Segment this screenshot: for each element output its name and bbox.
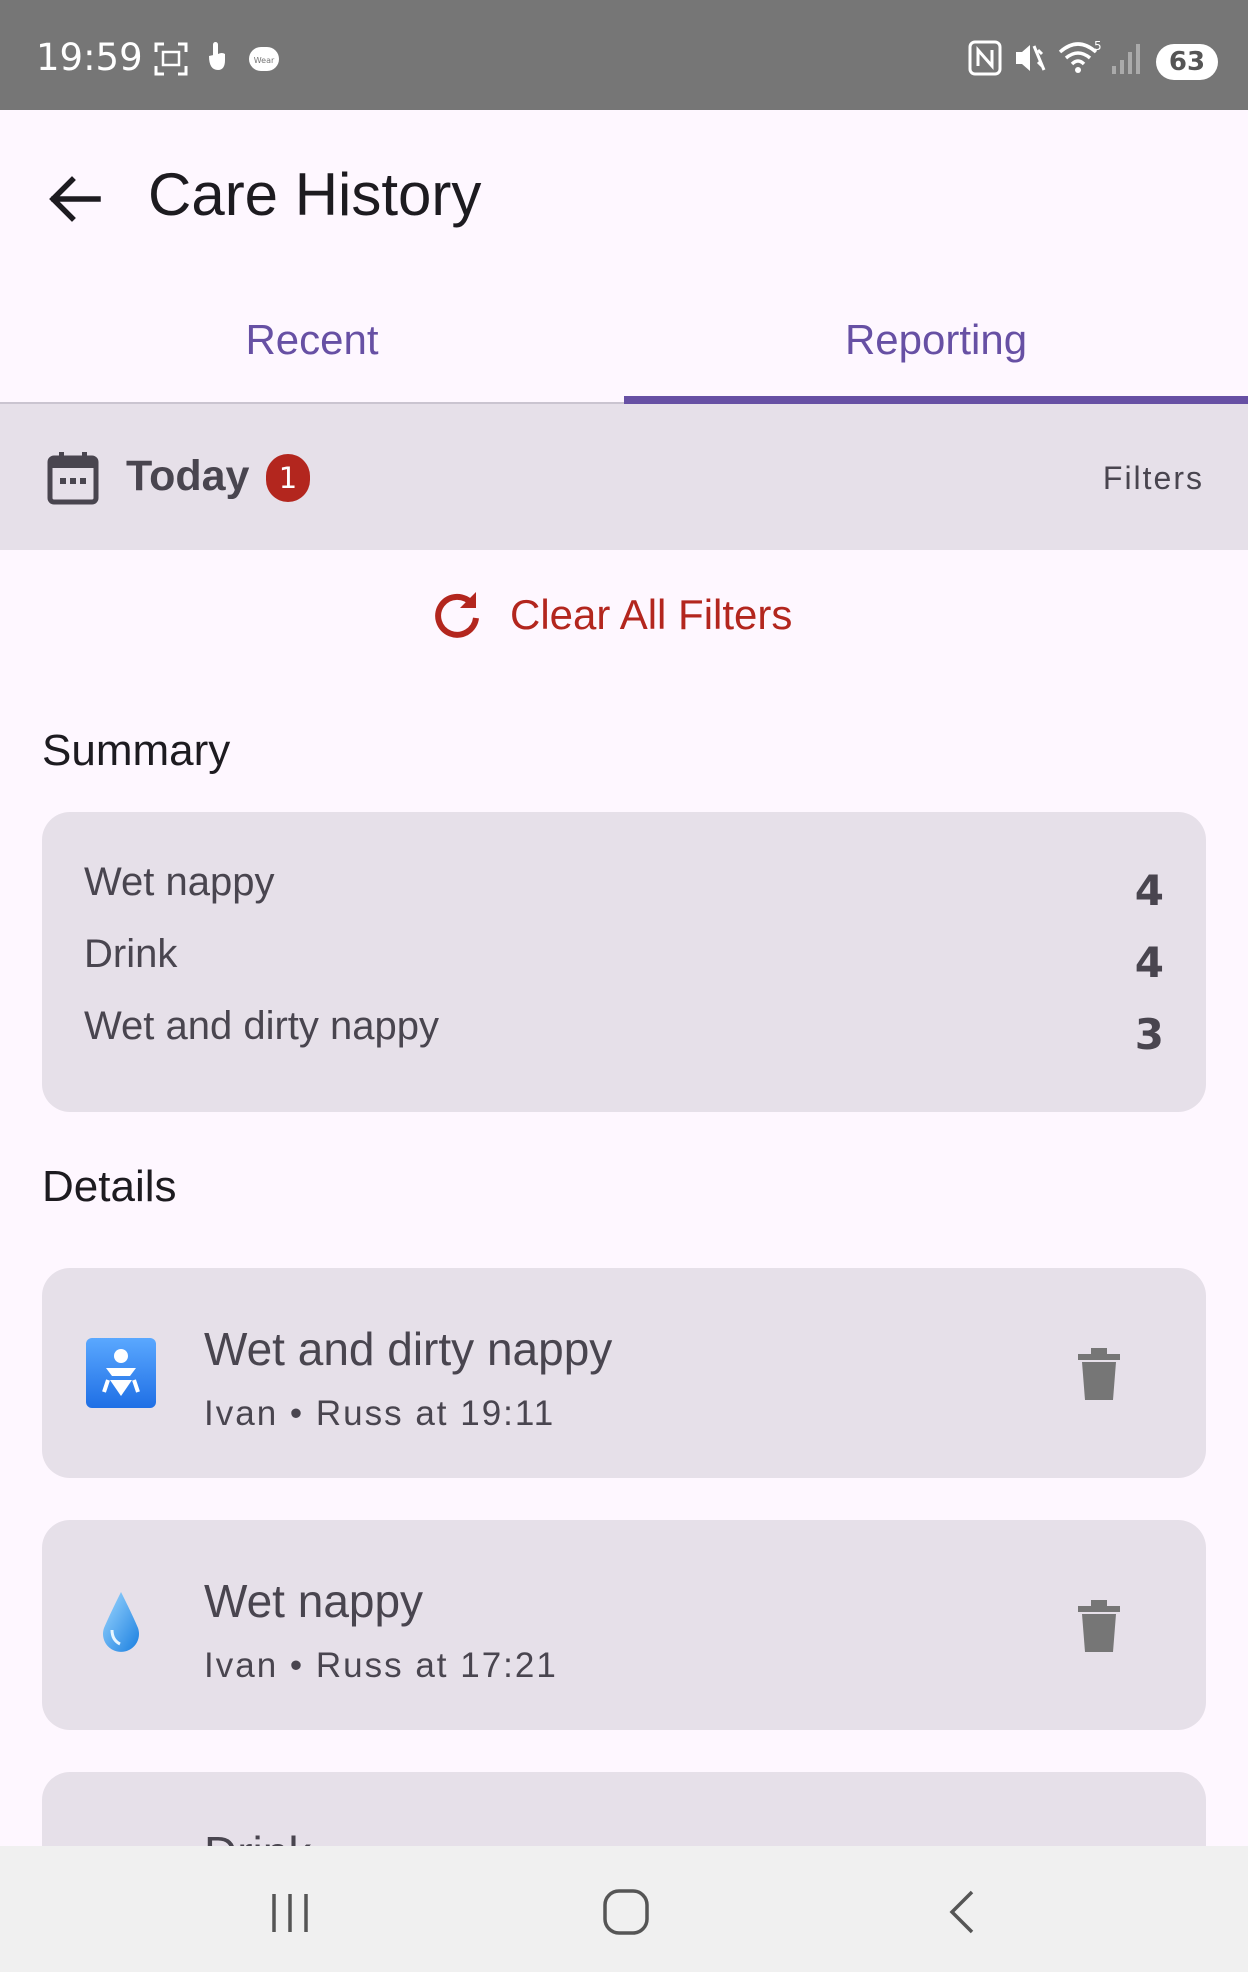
summary-row: Wet and dirty nappy 3 [84,1004,1164,1064]
wifi-icon: 5 [1058,40,1102,73]
summary-row-count: 4 [1134,866,1164,915]
tab-bar: Recent Reporting [0,270,1248,404]
mute-icon [1016,45,1046,71]
summary-row-label: Drink [84,932,178,976]
battery-indicator: 63 [1156,44,1218,80]
filter-count-badge: 1 [266,454,310,502]
status-time: 19:59 [36,36,143,79]
status-bar: 19:59 Wear 5 63 [0,0,1248,110]
home-icon[interactable] [598,1884,654,1940]
entry-title: Wet and dirty nappy [204,1323,613,1375]
recent-apps-icon[interactable] [262,1884,318,1940]
wear-icon: Wear [249,47,279,71]
summary-heading: Summary [42,726,231,775]
delete-icon[interactable] [1076,1346,1122,1402]
screenshot-icon [154,42,188,76]
care-entry-card[interactable]: Wet nappy Ivan • Russ at 17:21 [42,1520,1206,1730]
baby-icon [86,1338,156,1408]
summary-row-label: Wet and dirty nappy [84,1004,440,1048]
delete-icon[interactable] [1076,1598,1122,1654]
care-entry-card[interactable]: Wet and dirty nappy Ivan • Russ at 19:11 [42,1268,1206,1478]
touch-icon [209,42,225,70]
tab-recent[interactable]: Recent [0,270,624,404]
clear-all-filters-button[interactable]: Clear All Filters [430,580,792,650]
summary-row-label: Wet nappy [84,860,275,904]
refresh-icon [435,592,479,638]
droplet-icon [103,1592,139,1652]
summary-row: Drink 4 [84,932,1164,992]
back-arrow-icon[interactable] [40,165,108,233]
clear-all-filters-label: Clear All Filters [510,591,793,638]
summary-row-count: 3 [1134,1010,1164,1059]
svg-text:Wear: Wear [254,56,275,65]
entry-subtitle: Ivan • Russ at 19:11 [204,1394,556,1433]
signal-icon [1112,44,1140,74]
date-range-label[interactable]: Today [126,452,249,501]
nfc-icon [968,40,1002,76]
app-bar: Care History [0,110,1248,270]
calendar-icon[interactable] [46,450,100,506]
tab-reporting[interactable]: Reporting [624,270,1248,404]
system-nav-bar [0,1846,1248,1972]
entry-title: Wet nappy [204,1575,424,1627]
filter-bar: Today 1 Filters [0,404,1248,550]
summary-row: Wet nappy 4 [84,860,1164,920]
page-title: Care History [148,161,482,228]
summary-card: Wet nappy 4 Drink 4 Wet and dirty nappy … [42,812,1206,1112]
tab-indicator [624,396,1248,404]
svg-text:5: 5 [1094,40,1102,53]
details-heading: Details [42,1162,177,1211]
filters-button[interactable]: Filters [1103,460,1204,497]
back-nav-icon[interactable] [934,1884,990,1940]
entry-subtitle: Ivan • Russ at 17:21 [204,1646,558,1685]
summary-row-count: 4 [1134,938,1164,987]
